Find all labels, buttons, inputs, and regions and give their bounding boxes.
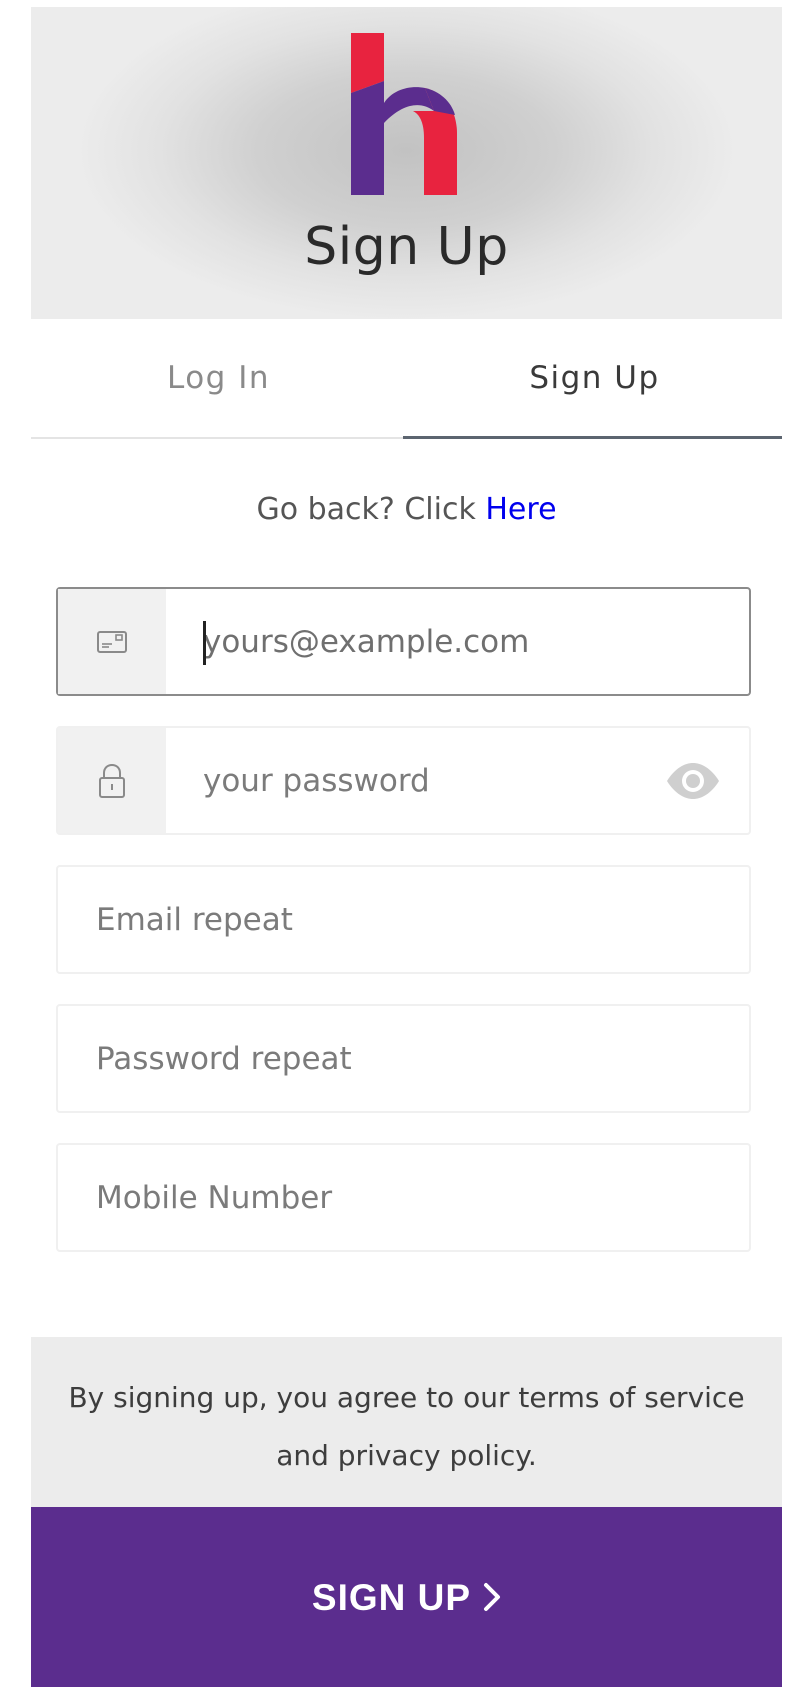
mobile-number-field[interactable] [56, 1143, 751, 1252]
sign-up-button[interactable]: SIGN UP [31, 1507, 782, 1687]
envelope-icon [97, 630, 127, 653]
h-logo-icon [351, 33, 457, 195]
tab-bar: Log In Sign Up [31, 319, 782, 441]
chevron-right-icon [483, 1510, 501, 1687]
go-back-prefix: Go back? Click [256, 492, 476, 527]
email-input[interactable] [203, 589, 703, 694]
password-repeat-field[interactable] [56, 1004, 751, 1113]
tab-active-indicator [403, 436, 782, 439]
password-repeat-input[interactable] [96, 1006, 726, 1111]
email-icon-box [58, 589, 166, 694]
text-caret [203, 621, 206, 665]
password-input[interactable] [203, 728, 703, 833]
terms-notice: By signing up, you agree to our terms of… [31, 1337, 782, 1507]
page-title: Sign Up [304, 217, 509, 277]
header: Sign Up [31, 7, 782, 319]
mobile-number-input[interactable] [96, 1145, 726, 1250]
signup-widget: Sign Up Log In Sign Up Go back? Click He… [31, 7, 782, 1687]
tab-sign-up[interactable]: Sign Up [407, 319, 782, 437]
email-field[interactable] [56, 587, 751, 696]
go-back-link[interactable]: Here [485, 492, 556, 527]
password-icon-box [58, 728, 166, 833]
email-repeat-field[interactable] [56, 865, 751, 974]
password-field[interactable] [56, 726, 751, 835]
go-back-text: Go back? Click Here [31, 492, 782, 527]
lock-icon [99, 763, 125, 798]
tab-log-in[interactable]: Log In [31, 319, 406, 437]
eye-icon[interactable] [665, 761, 721, 801]
email-repeat-input[interactable] [96, 867, 726, 972]
sign-up-button-label: SIGN UP [311, 1577, 472, 1618]
